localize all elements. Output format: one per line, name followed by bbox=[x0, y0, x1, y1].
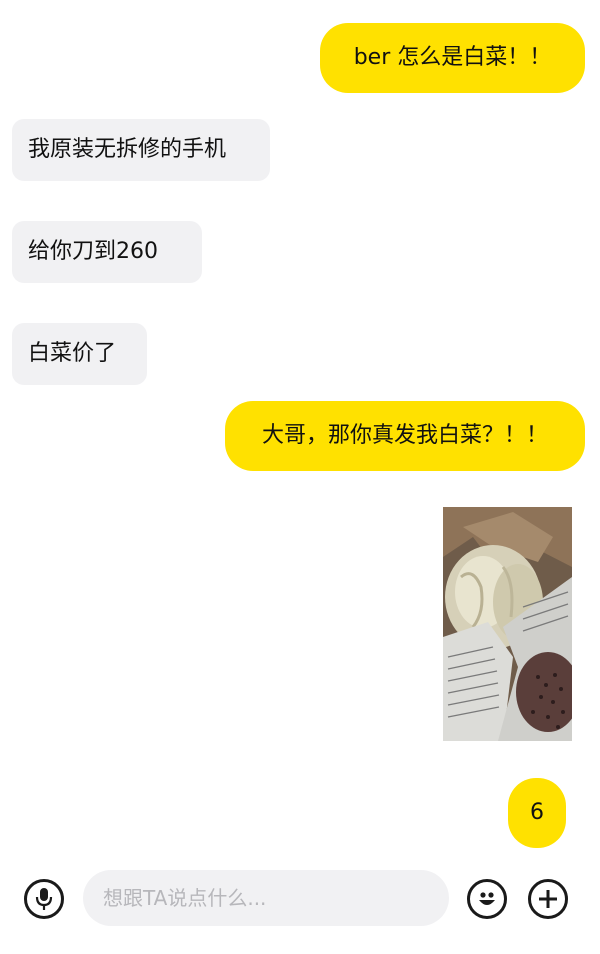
outgoing-message[interactable]: 6 bbox=[508, 778, 566, 848]
message-input-field[interactable] bbox=[83, 870, 449, 926]
mic-icon bbox=[35, 888, 53, 910]
plus-icon bbox=[539, 890, 557, 908]
incoming-message[interactable]: 我原装无拆修的手机 bbox=[12, 119, 270, 181]
outgoing-message[interactable]: ber 怎么是白菜！！ bbox=[320, 23, 585, 93]
emoji-button[interactable] bbox=[467, 879, 507, 919]
message-text: 6 bbox=[530, 800, 544, 825]
message-text: 给你刀到260 bbox=[28, 239, 158, 264]
voice-input-button[interactable] bbox=[24, 879, 64, 919]
message-text: 白菜价了 bbox=[28, 341, 117, 366]
cabbage-photo bbox=[443, 507, 572, 741]
message-text: ber 怎么是白菜！！ bbox=[353, 45, 552, 70]
message-input[interactable] bbox=[101, 885, 449, 911]
incoming-message[interactable]: 白菜价了 bbox=[12, 323, 147, 385]
message-text: 我原装无拆修的手机 bbox=[28, 137, 227, 162]
message-composer bbox=[0, 852, 600, 954]
chat-thread: ber 怎么是白菜！！ 我原装无拆修的手机 给你刀到260 白菜价了 大哥，那你… bbox=[0, 0, 600, 850]
image-message-thumbnail[interactable] bbox=[443, 507, 572, 741]
outgoing-message[interactable]: 大哥，那你真发我白菜？！！ bbox=[225, 401, 585, 471]
message-text: 大哥，那你真发我白菜？！！ bbox=[261, 423, 548, 448]
emoji-icon bbox=[479, 892, 495, 905]
incoming-message[interactable]: 给你刀到260 bbox=[12, 221, 202, 283]
more-options-button[interactable] bbox=[528, 879, 568, 919]
